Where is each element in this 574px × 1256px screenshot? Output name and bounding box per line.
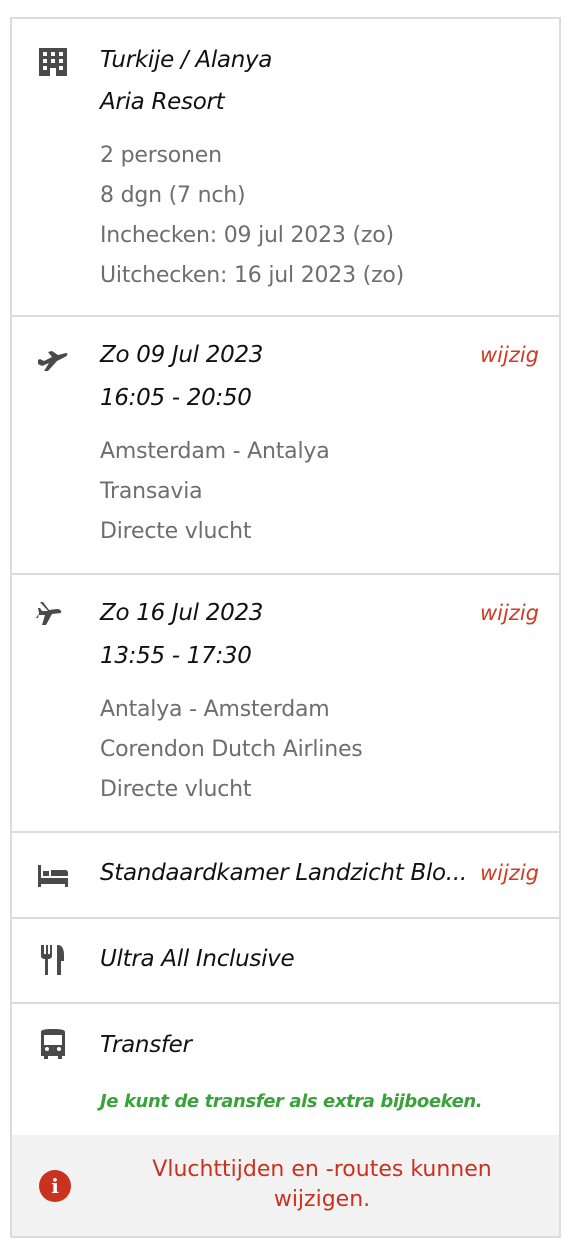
hotel-name: Aria Resort (100, 89, 225, 115)
transfer-section: Transfer Je kunt de transfer als extra b… (12, 1004, 559, 1138)
hotel-checkin: Inchecken: 09 jul 2023 (zo) (100, 223, 394, 248)
room-edit-link[interactable]: wijzig (480, 861, 539, 885)
room-label-text: Standaardkamer Landzicht Blo... (100, 860, 467, 886)
fork-knife-icon (36, 943, 70, 977)
return-flight-edit-link[interactable]: wijzig (480, 601, 539, 625)
booking-summary-card: Turkije / Alanya Aria Resort 2 personen … (10, 17, 561, 1238)
outbound-flight-date: Zo 09 Jul 2023 (100, 342, 264, 368)
bed-icon (36, 859, 70, 893)
plane-departure-icon (36, 340, 70, 374)
return-flight-section: Zo 16 Jul 2023 wijzig 13:55 - 17:30 Anta… (12, 575, 559, 833)
hotel-checkout: Uitchecken: 16 jul 2023 (zo) (100, 263, 405, 288)
return-flight-type: Directe vlucht (100, 777, 252, 802)
return-flight-airline: Corendon Dutch Airlines (100, 737, 363, 762)
outbound-flight-section: Zo 09 Jul 2023 wijzig 16:05 - 20:50 Amst… (12, 317, 559, 575)
outbound-flight-type: Directe vlucht (100, 519, 252, 544)
room-section: Standaardkamer Landzicht Blo... wijzig (12, 833, 559, 919)
hotel-section: Turkije / Alanya Aria Resort 2 personen … (12, 19, 559, 317)
notice-text: Vluchttijden en -routes kunnen wijzigen. (152, 1157, 492, 1212)
flight-change-notice: i Vluchttijden en -routes kunnen wijzige… (12, 1135, 559, 1236)
outbound-flight-edit-link[interactable]: wijzig (480, 343, 539, 367)
bus-icon (36, 1028, 70, 1062)
board-label: Ultra All Inclusive (100, 946, 295, 972)
hotel-building-icon (36, 45, 70, 79)
info-icon: i (39, 1170, 71, 1202)
transfer-note: Je kunt de transfer als extra bijboeken. (100, 1091, 483, 1112)
outbound-flight-route: Amsterdam - Antalya (100, 439, 330, 464)
return-flight-date: Zo 16 Jul 2023 (100, 600, 264, 626)
return-flight-route: Antalya - Amsterdam (100, 697, 330, 722)
room-label: Standaardkamer Landzicht Blo... (100, 860, 467, 886)
return-flight-time: 13:55 - 17:30 (100, 643, 252, 669)
hotel-persons: 2 personen (100, 143, 222, 168)
board-section: Ultra All Inclusive (12, 919, 559, 1004)
transfer-label: Transfer (100, 1032, 192, 1058)
hotel-destination: Turkije / Alanya (100, 47, 273, 73)
outbound-flight-time: 16:05 - 20:50 (100, 385, 252, 411)
outbound-flight-airline: Transavia (100, 479, 203, 504)
hotel-duration: 8 dgn (7 nch) (100, 183, 246, 208)
plane-arrival-icon (36, 598, 70, 632)
